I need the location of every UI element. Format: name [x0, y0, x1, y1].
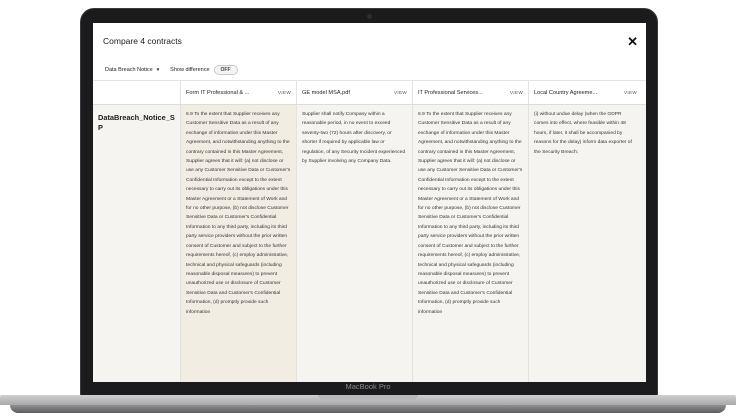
clause-cell: 6.9 To the extent that Supplier receives… [181, 105, 297, 382]
compare-contracts-modal: Compare 4 contracts ✕ Data Breach Notice… [93, 23, 646, 382]
modal-header: Compare 4 contracts ✕ [93, 23, 646, 59]
laptop-screen: Compare 4 contracts ✕ Data Breach Notice… [93, 23, 646, 382]
show-difference-label: Show difference [170, 66, 210, 73]
device-brand-label: MacBook Pro [345, 382, 391, 391]
column-title: IT Professional Services... [418, 89, 483, 96]
column-header: IT Professional Services... VIEW [413, 81, 529, 104]
row-label: DataBreach_Notice_SP [93, 105, 181, 382]
column-header: Form IT Professional & ... VIEW [181, 81, 297, 104]
view-button[interactable]: VIEW [510, 90, 523, 95]
view-button[interactable]: VIEW [278, 90, 291, 95]
caret-down-icon: ▼ [155, 67, 161, 72]
clause-cell: (i) without undue delay (when the GDPR c… [534, 112, 632, 155]
table-row: DataBreach_Notice_SP 6.9 To the extent t… [93, 105, 646, 382]
laptop-base [0, 395, 736, 419]
show-difference-control: Show difference OFF [170, 64, 238, 75]
column-header: Local Country Agreeme... VIEW [529, 81, 642, 104]
comparison-table: Form IT Professional & ... VIEW GE model… [93, 81, 646, 382]
column-title: GE model MSA.pdf [302, 89, 350, 96]
column-title: Form IT Professional & ... [186, 89, 250, 96]
close-icon[interactable]: ✕ [627, 35, 638, 48]
clause-cell: Supplier shall notify Company within a r… [297, 105, 413, 382]
laptop-lid: Compare 4 contracts ✕ Data Breach Notice… [80, 8, 658, 396]
column-header: GE model MSA.pdf VIEW [297, 81, 413, 104]
show-difference-toggle[interactable]: OFF [213, 64, 238, 75]
camera-icon [367, 14, 372, 19]
table-header: Form IT Professional & ... VIEW GE model… [93, 81, 646, 105]
view-button[interactable]: VIEW [624, 90, 637, 95]
clause-cell: 6.9 To the extent that Supplier receives… [413, 105, 529, 382]
clause-dropdown-label: Data Breach Notice [105, 66, 153, 73]
compare-toolbar: Data Breach Notice ▼ Show difference OFF [93, 59, 646, 81]
laptop-base-bottom [10, 405, 726, 413]
column-title: Local Country Agreeme... [534, 89, 598, 96]
modal-title: Compare 4 contracts [103, 36, 182, 46]
clause-dropdown[interactable]: Data Breach Notice ▼ [105, 67, 160, 73]
header-empty-cell [93, 81, 181, 104]
laptop-notch [318, 395, 418, 400]
view-button[interactable]: VIEW [394, 90, 407, 95]
